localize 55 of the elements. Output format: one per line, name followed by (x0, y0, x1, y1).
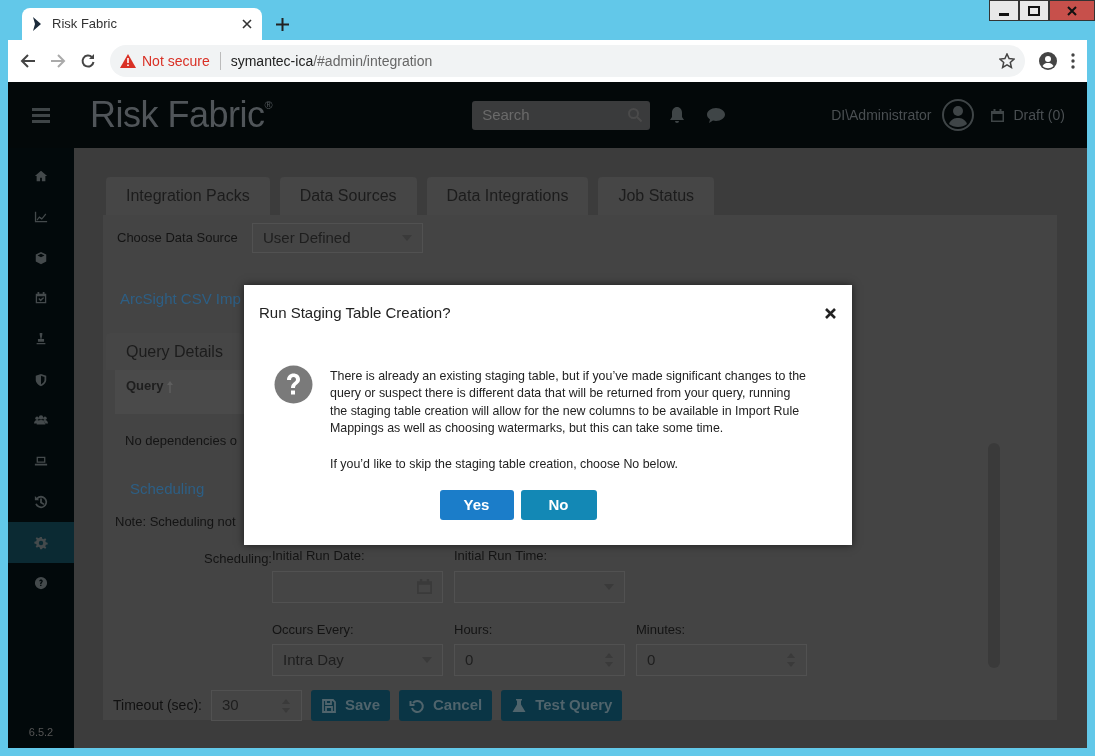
gear-icon (34, 535, 48, 550)
draft-link[interactable]: Draft (0) (1013, 104, 1065, 126)
menu-icon[interactable] (1071, 53, 1075, 69)
calendar-icon (34, 291, 48, 306)
browser-tab[interactable]: Risk Fabric (22, 8, 262, 40)
dialog-button[interactable]: Yes (439, 490, 514, 520)
tab-title: Risk Fabric (52, 15, 118, 34)
dialog-button[interactable]: No (520, 490, 597, 520)
scheduling-link[interactable]: Scheduling (130, 480, 205, 497)
close-icon (1067, 5, 1077, 16)
shield-icon (34, 372, 48, 387)
undo-icon (409, 697, 425, 714)
sidebar-item[interactable] (8, 522, 74, 563)
address-bar[interactable]: Not secure symantec-ica/#admin/integration (110, 45, 1025, 77)
app-logo: Risk Fabric$^{®}$ (90, 93, 273, 137)
dialog-message: There is already an existing staging table, but if you’ve made significant changes to the query or suspect there is different data that will be returned from your query, running the staging table creation will allow for the new columns to be available in Import Rule Mappings as well as choosing watermarks, but this can take some time. (330, 367, 807, 437)
flask-icon (511, 697, 528, 714)
cancel-button[interactable]: Cancel (399, 690, 493, 721)
user-name[interactable]: DI\Administrator (831, 104, 932, 126)
home-icon (34, 169, 48, 184)
save-button[interactable]: Save (310, 690, 390, 721)
dialog-title: Run Staging Table Creation? (259, 303, 451, 323)
minimize-icon (999, 12, 1009, 16)
star-icon[interactable] (999, 53, 1015, 69)
close-icon[interactable] (825, 307, 836, 319)
minimize-button[interactable] (989, 0, 1019, 21)
select-field[interactable] (454, 570, 625, 603)
save-icon (320, 697, 337, 714)
test-button[interactable]: Test Query (501, 690, 623, 721)
question-icon (274, 364, 313, 404)
stamp-icon (34, 332, 48, 347)
close-window-button[interactable] (1049, 0, 1095, 21)
maximize-button[interactable] (1019, 0, 1049, 21)
app-logo-icon (32, 17, 42, 31)
calendar-icon (990, 108, 1004, 122)
back-icon[interactable] (20, 53, 36, 69)
maximize-icon (1028, 5, 1040, 16)
data-source-link[interactable]: ArcSight CSV Imp (120, 290, 241, 307)
close-icon[interactable] (242, 19, 252, 29)
url-text: symantec-ica/#admin/integration (230, 51, 433, 71)
reload-icon[interactable] (80, 53, 96, 69)
cube-icon (34, 250, 48, 265)
chart-icon (34, 210, 48, 225)
warning-icon (120, 54, 136, 68)
security-label: Not secure (142, 51, 210, 71)
help-icon (34, 576, 48, 591)
forward-icon[interactable] (50, 53, 66, 69)
new-tab-icon[interactable] (276, 18, 289, 31)
profile-icon[interactable] (1039, 52, 1057, 70)
history-icon (34, 494, 48, 509)
chat-icon[interactable] (707, 107, 726, 123)
bell-icon[interactable] (669, 106, 686, 124)
dialog-message: If you’d like to skip the staging table creation, choose No below. (330, 455, 679, 473)
avatar-icon[interactable] (941, 99, 974, 131)
version-label: 6.5.2 (27, 724, 55, 740)
